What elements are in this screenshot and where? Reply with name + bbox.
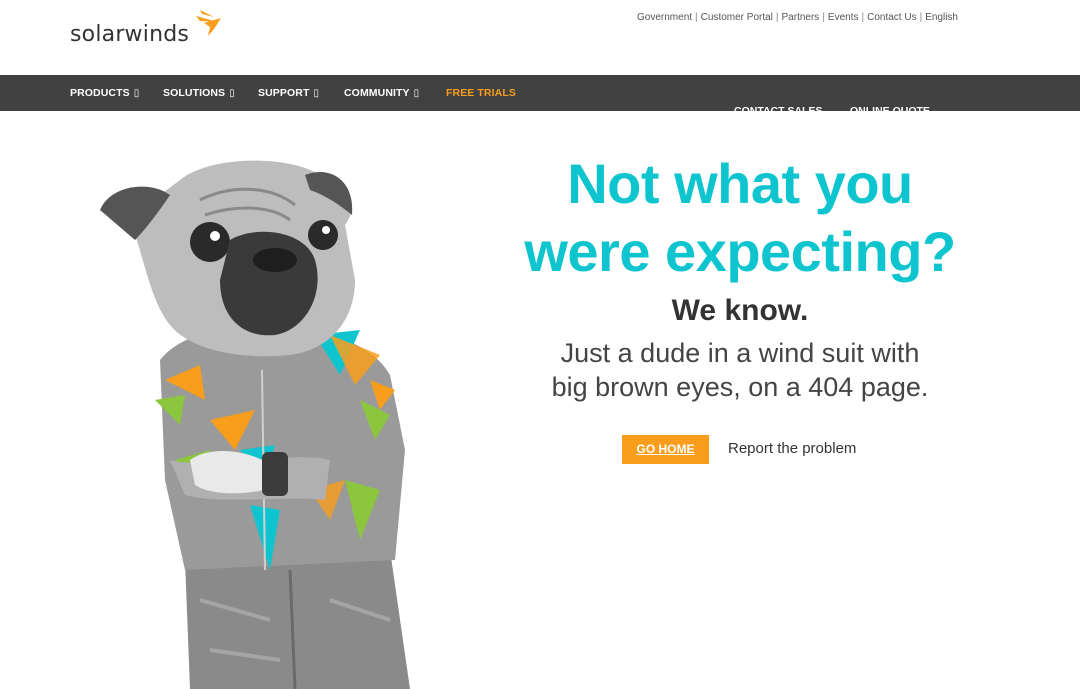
dropdown-icon: ▯ (413, 88, 420, 99)
headline-line-2: were expecting? (524, 220, 956, 283)
nav-support[interactable]: SUPPORT ▯ (258, 87, 319, 99)
separator: | (695, 12, 698, 23)
dropdown-icon: ▯ (133, 88, 140, 99)
main-nav: PRODUCTS ▯ SOLUTIONS ▯ SUPPORT ▯ COMMUNITY ▯… (0, 75, 1080, 111)
nav-community-label: COMMUNITY (344, 87, 410, 99)
nav-free-trials[interactable]: FREE TRIALS (446, 87, 516, 99)
go-home-button[interactable]: GO HOME (622, 435, 709, 464)
body-line-2: big brown eyes, on a 404 page. (551, 372, 929, 402)
separator: | (861, 12, 865, 23)
nav-solutions[interactable]: SOLUTIONS ▯ (163, 87, 235, 99)
body-line-1: Just a dude in a wind suit with (560, 338, 920, 368)
dropdown-icon: ▯ (313, 88, 320, 99)
utility-link-customer-portal[interactable]: Customer Portal (701, 12, 773, 23)
logo-wind-icon (196, 10, 221, 36)
page-headline: Not what you were expecting? (520, 150, 960, 286)
separator: | (775, 12, 779, 23)
utility-nav: Government | Customer Portal | Partners … (637, 12, 958, 23)
logo-wordmark: solarwinds (70, 22, 190, 47)
body-text: Just a dude in a wind suit with big brow… (520, 336, 960, 404)
pug-in-windsuit-image (100, 160, 410, 689)
utility-link-language[interactable]: English (925, 12, 958, 23)
top-header: solarwinds Government | Customer Portal … (0, 0, 1080, 75)
nav-support-label: SUPPORT (258, 87, 310, 99)
utility-link-partners[interactable]: Partners (782, 12, 820, 23)
subheadline: We know. (671, 294, 809, 327)
separator: | (822, 12, 825, 23)
utility-link-events[interactable]: Events (828, 12, 859, 23)
separator: | (919, 12, 923, 23)
nav-products[interactable]: PRODUCTS ▯ (70, 87, 139, 99)
nav-contact-sales[interactable]: CONTACT SALES (734, 101, 822, 111)
solarwinds-logo[interactable]: solarwinds (70, 8, 230, 52)
nav-solutions-label: SOLUTIONS (163, 87, 226, 99)
nav-online-quote[interactable]: ONLINE QUOTE (850, 101, 930, 111)
utility-link-government[interactable]: Government (637, 12, 692, 23)
report-problem-link[interactable]: Report the problem (728, 440, 856, 457)
nav-community[interactable]: COMMUNITY ▯ (344, 87, 419, 99)
nav-products-label: PRODUCTS (70, 87, 130, 99)
dropdown-icon: ▯ (229, 88, 235, 99)
utility-link-contact-us[interactable]: Contact Us (867, 12, 916, 23)
headline-line-1: Not what you (567, 152, 913, 215)
